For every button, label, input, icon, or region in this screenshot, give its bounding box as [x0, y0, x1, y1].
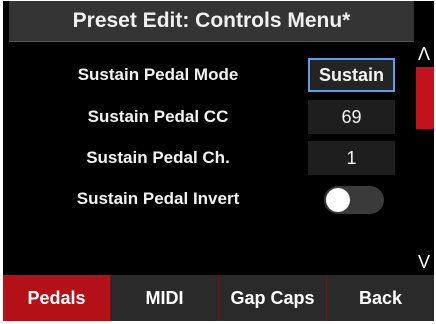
sustain-pedal-invert-toggle[interactable] — [324, 186, 384, 214]
sustain-pedal-channel-value[interactable]: 1 — [308, 141, 395, 175]
setting-label: Sustain Pedal CC — [87, 107, 229, 126]
scroll-down-icon[interactable]: V — [414, 251, 434, 273]
scroll-up-icon[interactable]: Λ — [414, 43, 434, 65]
page-title: Preset Edit: Controls Menu* — [9, 1, 414, 42]
setting-row-sustain-pedal-invert[interactable]: Sustain Pedal Invert — [3, 179, 413, 219]
tab-midi[interactable]: MIDI — [111, 275, 219, 321]
setting-row-sustain-pedal-mode[interactable]: Sustain Pedal Mode Sustain — [3, 55, 413, 95]
setting-row-sustain-pedal-cc[interactable]: Sustain Pedal CC 69 — [3, 97, 413, 137]
setting-label: Sustain Pedal Ch. — [86, 148, 230, 167]
scrollbar-thumb[interactable] — [416, 67, 434, 129]
setting-label: Sustain Pedal Mode — [77, 65, 239, 84]
device-screen: Preset Edit: Controls Menu* Sustain Peda… — [3, 1, 434, 321]
tab-gap-caps[interactable]: Gap Caps — [219, 275, 327, 321]
tab-pedals[interactable]: Pedals — [3, 275, 111, 321]
sustain-pedal-mode-value[interactable]: Sustain — [308, 58, 395, 92]
setting-label: Sustain Pedal Invert — [76, 189, 240, 208]
back-button[interactable]: Back — [327, 275, 434, 321]
toggle-knob — [326, 188, 350, 212]
bottom-tab-bar: Pedals MIDI Gap Caps Back — [3, 275, 434, 321]
sustain-pedal-cc-value[interactable]: 69 — [308, 100, 395, 134]
setting-row-sustain-pedal-channel[interactable]: Sustain Pedal Ch. 1 — [3, 138, 413, 178]
